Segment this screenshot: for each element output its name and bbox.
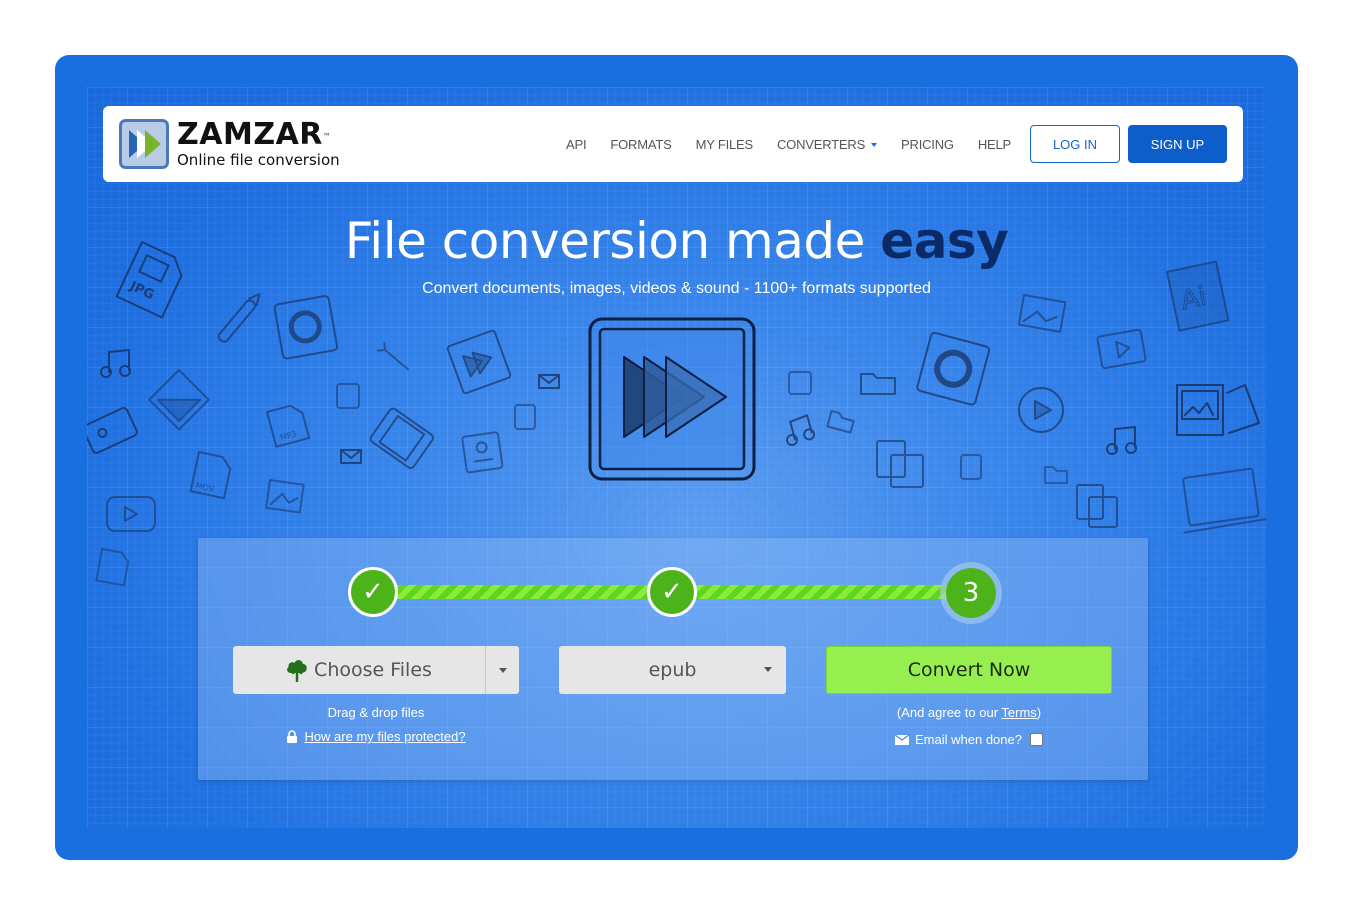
- play-circle-icon: [1018, 387, 1064, 433]
- step-number: 3: [962, 578, 980, 608]
- nav-converters-label: CONVERTERS: [776, 136, 866, 152]
- nav-help[interactable]: HELP: [978, 137, 1011, 152]
- brand-name: ZAMZAR ™: [177, 116, 332, 152]
- step-3-current: 3: [946, 568, 996, 618]
- fast-forward-icon: [446, 329, 512, 395]
- code-file-icon: [95, 548, 130, 587]
- wrench-icon: [376, 341, 409, 371]
- folder-icon: [860, 373, 896, 395]
- choose-files-dropdown[interactable]: [486, 646, 519, 694]
- music-file-icon: [788, 371, 812, 395]
- caret-down-icon: [871, 143, 878, 148]
- nav-my-files[interactable]: MY FILES: [696, 137, 754, 152]
- choose-files-label: Choose Files: [314, 659, 432, 681]
- nav-api[interactable]: API: [566, 137, 587, 152]
- nav-converters[interactable]: CONVERTERS: [776, 136, 878, 152]
- email-when-done-checkbox[interactable]: [1029, 733, 1043, 746]
- clipboard-icon: [876, 440, 924, 488]
- email-when-done-label: Email when done?: [915, 732, 1022, 747]
- caret-down-icon: [764, 667, 772, 672]
- file-icon: [514, 404, 536, 430]
- triangle-box-icon: [148, 369, 210, 431]
- video-play-icon: [106, 496, 156, 532]
- choose-files-main[interactable]: Choose Files: [233, 646, 486, 694]
- checkmark-icon: ✓: [661, 577, 683, 607]
- page-headline: File conversion made easy: [0, 208, 1353, 274]
- music-note-icon: [100, 349, 131, 378]
- terms-suffix: ): [1036, 705, 1042, 720]
- mov-file-icon: MOV: [189, 451, 232, 500]
- envelope-icon: [538, 374, 560, 389]
- svg-text:MP3: MP3: [279, 429, 298, 442]
- headline-regular: File conversion made: [344, 212, 881, 270]
- music-note-icon: [786, 414, 816, 447]
- headline-strong: easy: [880, 212, 1009, 270]
- file-protection-link[interactable]: How are my files protected?: [304, 729, 465, 744]
- cloud-upload-icon: [287, 660, 307, 682]
- image-icon: [1017, 294, 1067, 333]
- file-protection-info: How are my files protected?: [233, 729, 519, 744]
- logo[interactable]: ZAMZAR ™ Online file conversion: [119, 119, 340, 169]
- fast-forward-hero-icon: [588, 317, 756, 481]
- lock-icon: [287, 730, 298, 743]
- music-note-icon: [1106, 426, 1137, 455]
- format-select[interactable]: epub: [559, 646, 786, 694]
- nav-formats[interactable]: FORMATS: [610, 137, 671, 152]
- mp3-file-icon: MP3: [266, 404, 311, 448]
- envelope-icon: [895, 734, 910, 745]
- music-file-icon: [960, 454, 982, 480]
- zamzar-logo-icon: [119, 119, 169, 169]
- folder-icon: [826, 409, 855, 434]
- terms-prefix: (And agree to our: [896, 705, 1002, 720]
- contact-card-icon: [461, 431, 504, 474]
- clipboard-icon: [1076, 484, 1118, 528]
- email-when-done: Email when done?: [826, 732, 1112, 747]
- refresh-icon: [916, 331, 991, 406]
- checkmark-icon: ✓: [362, 577, 384, 607]
- film-strip-icon: [1096, 328, 1147, 370]
- caret-down-icon: [498, 667, 507, 673]
- cassette-icon: [87, 407, 138, 454]
- step-2-complete: ✓: [647, 567, 697, 617]
- drag-drop-hint: Drag & drop files: [327, 705, 425, 720]
- page-subheadline: Convert documents, images, videos & soun…: [422, 280, 931, 297]
- photo-frame-icon: [1176, 384, 1260, 436]
- terms-notice: (And agree to our Terms): [826, 705, 1112, 720]
- nav-pricing[interactable]: PRICING: [901, 137, 954, 152]
- terms-link[interactable]: Terms: [1001, 705, 1036, 720]
- convert-now-label: Convert Now: [907, 659, 1031, 681]
- convert-now-button[interactable]: Convert Now: [826, 646, 1112, 694]
- laptop-icon: [1182, 467, 1266, 534]
- signup-button[interactable]: SIGN UP: [1128, 125, 1227, 163]
- refresh-icon: [273, 295, 339, 360]
- brand-tagline: Online file conversion: [177, 150, 340, 169]
- pencil-icon: [217, 293, 261, 343]
- folder-icon: [1044, 466, 1068, 484]
- file-icon: [336, 383, 360, 409]
- image-icon: [265, 479, 305, 514]
- envelope-icon: [340, 449, 362, 464]
- film-strip-icon: [369, 407, 435, 470]
- choose-files-button[interactable]: Choose Files: [233, 646, 519, 694]
- step-1-complete: ✓: [348, 567, 398, 617]
- format-selected-value: epub: [648, 659, 697, 681]
- navbar: ZAMZAR ™ Online file conversion API FORMA…: [103, 106, 1243, 182]
- login-button[interactable]: LOG IN: [1030, 125, 1120, 163]
- nav-links: API FORMATS MY FILES CONVERTERS PRICING …: [542, 106, 1011, 182]
